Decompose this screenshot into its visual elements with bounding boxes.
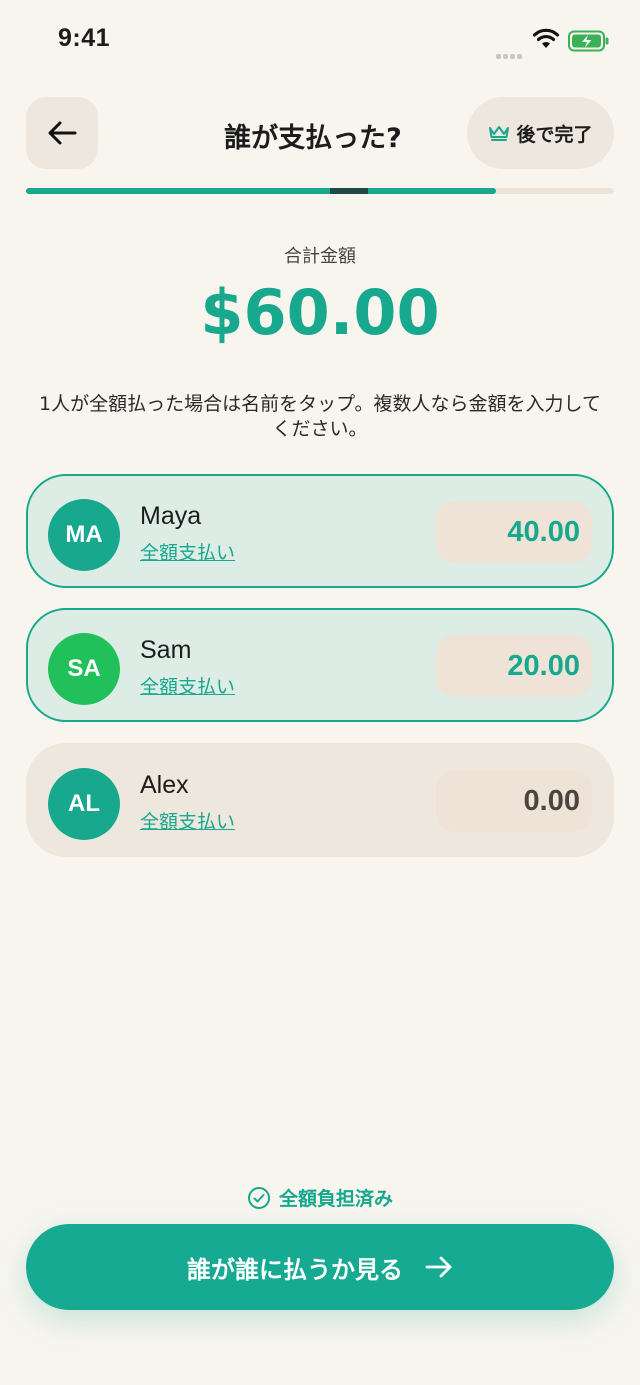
cta-label: 誰が誰に払うか見る — [187, 1255, 403, 1284]
payer-name: Maya — [140, 502, 202, 530]
cellular-signal-icon — [496, 44, 524, 59]
see-settlements-button[interactable]: 誰が誰に払うか見る — [26, 1224, 614, 1310]
arrow-right-icon — [425, 1256, 452, 1278]
fully-paid-status: 全額負担済み — [0, 1184, 640, 1211]
payer-card-sam[interactable]: SA Sam 全額支払い 20.00 — [26, 608, 614, 722]
status-time: 9:41 — [58, 24, 111, 52]
total-label: 合計金額 — [284, 246, 356, 267]
payer-card-maya[interactable]: MA Maya 全額支払い 40.00 — [26, 474, 614, 588]
wifi-icon — [532, 28, 560, 50]
avatar: SA — [48, 633, 120, 705]
instructions-text: 1人が全額払った場合は名前をタップ。複数人なら金額を入力してください。 — [39, 393, 601, 440]
fully-paid-label: 全額負担済み — [278, 1188, 393, 1210]
progress-fill — [26, 188, 497, 194]
payer-name: Sam — [140, 636, 192, 664]
payer-name: Alex — [140, 771, 189, 799]
avatar: MA — [48, 499, 120, 571]
amount-input[interactable]: 20.00 — [436, 635, 592, 697]
amount-input[interactable]: 0.00 — [436, 770, 592, 832]
check-circle-icon — [247, 1186, 270, 1209]
progress-bar — [26, 188, 614, 194]
pay-full-link[interactable]: 全額支払い — [140, 672, 235, 699]
progress-step-marker — [330, 188, 368, 194]
total-amount: $60.00 — [200, 276, 440, 349]
pay-full-link[interactable]: 全額支払い — [140, 807, 235, 834]
finish-later-label: 後で完了 — [516, 123, 593, 146]
battery-charging-icon — [568, 30, 610, 52]
status-bar: 9:41 — [0, 0, 640, 80]
avatar: AL — [48, 768, 120, 840]
payer-card-alex[interactable]: AL Alex 全額支払い 0.00 — [26, 743, 614, 857]
crown-icon — [489, 126, 510, 141]
finish-later-button[interactable]: 後で完了 — [467, 97, 614, 169]
amount-input[interactable]: 40.00 — [436, 501, 592, 563]
pay-full-link[interactable]: 全額支払い — [140, 538, 235, 565]
